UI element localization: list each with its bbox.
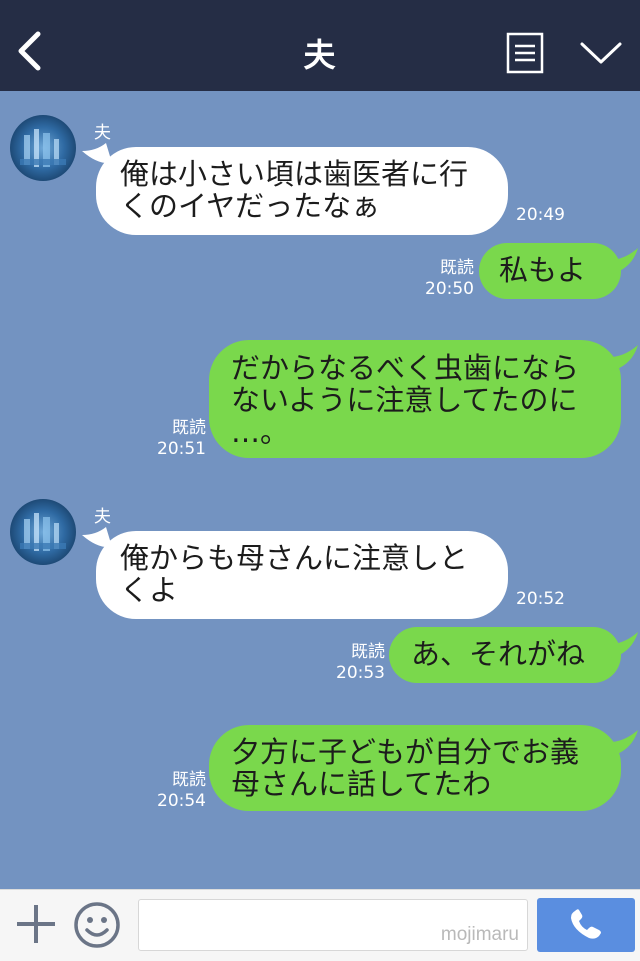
call-button[interactable]	[537, 898, 635, 952]
message-list[interactable]: 夫 俺は小さい頃は歯医者に行 くのイヤだったなぁ 20:49 既読 20:50 …	[0, 91, 640, 889]
message-time: 20:51	[157, 439, 206, 459]
message-text: あ、それがね	[411, 637, 586, 671]
message-text: 私もよ	[499, 253, 587, 287]
message-bubble-incoming[interactable]: 俺は小さい頃は歯医者に行 くのイヤだったなぁ	[96, 147, 508, 235]
phone-icon	[571, 909, 601, 939]
avatar[interactable]	[10, 115, 76, 181]
message-text: 夕方に子どもが自分でお義 母さんに話してたわ	[231, 735, 580, 801]
read-receipt: 既読	[440, 258, 474, 278]
message-meta: 既読 20:54	[152, 770, 206, 812]
message-bubble-outgoing[interactable]: だからなるべく虫歯になら ないように注意してたのに …。	[209, 340, 621, 458]
sender-name: 夫	[94, 507, 111, 527]
avatar[interactable]	[10, 499, 76, 565]
plus-icon[interactable]	[14, 902, 58, 946]
message-time: 20:50	[425, 279, 474, 299]
message-time: 20:52	[516, 589, 565, 609]
message-meta: 既読 20:51	[152, 418, 206, 460]
chat-header: 夫	[0, 0, 640, 91]
chat-title: 夫	[303, 36, 337, 74]
bubble-tail	[604, 730, 638, 756]
bubble-tail	[604, 345, 638, 371]
read-receipt: 既読	[172, 770, 206, 790]
bubble-tail	[604, 248, 638, 274]
emoji-icon[interactable]	[72, 900, 122, 950]
bubble-tail	[604, 632, 638, 658]
avatar-image	[20, 513, 66, 551]
sender-name: 夫	[94, 123, 111, 143]
message-time: 20:54	[157, 791, 206, 811]
avatar-image	[20, 129, 66, 167]
message-meta: 既読 20:50	[420, 258, 474, 300]
message-text: 俺からも母さんに注意しと くよ	[120, 541, 469, 607]
menu-icon[interactable]	[506, 32, 544, 74]
read-receipt: 既読	[172, 418, 206, 438]
message-bubble-incoming[interactable]: 俺からも母さんに注意しと くよ	[96, 531, 508, 619]
message-time: 20:49	[516, 205, 565, 225]
watermark: mojimaru	[440, 924, 519, 945]
message-time: 20:53	[336, 663, 385, 683]
message-bubble-outgoing[interactable]: 夕方に子どもが自分でお義 母さんに話してたわ	[209, 725, 621, 811]
chevron-down-icon[interactable]	[578, 38, 624, 68]
message-text: だからなるべく虫歯になら ないように注意してたのに …。	[231, 351, 580, 449]
message-composer: mojimaru	[0, 889, 640, 961]
message-input[interactable]: mojimaru	[138, 899, 528, 951]
read-receipt: 既読	[351, 642, 385, 662]
message-meta: 既読 20:53	[331, 642, 385, 684]
message-text: 俺は小さい頃は歯医者に行 くのイヤだったなぁ	[120, 157, 469, 223]
message-bubble-outgoing[interactable]: あ、それがね	[389, 627, 621, 683]
message-bubble-outgoing[interactable]: 私もよ	[479, 243, 621, 299]
